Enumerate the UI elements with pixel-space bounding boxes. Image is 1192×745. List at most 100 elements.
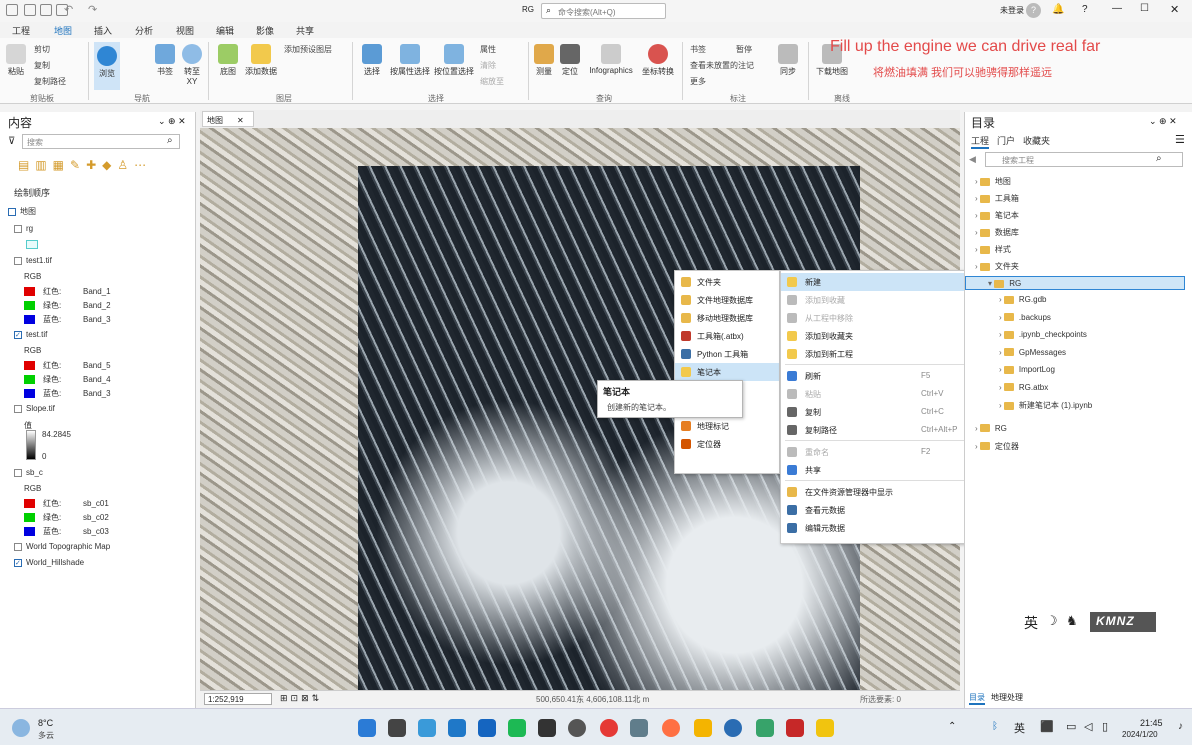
help-icon[interactable]: ? — [1082, 4, 1088, 15]
contents-search-input[interactable]: 搜索 ⌕ — [22, 134, 180, 149]
app-icon[interactable] — [538, 719, 556, 737]
new-folder-item[interactable]: 文件夹 — [675, 273, 779, 291]
ctx-add-to-new-project-item[interactable]: 添加到新工程 — [781, 345, 985, 363]
sync-button[interactable]: 同步 — [776, 44, 800, 77]
new-geotag-item[interactable]: 地理标记 — [675, 417, 779, 435]
avatar[interactable]: ? — [1026, 3, 1041, 18]
close-icon[interactable]: ✕ — [237, 116, 244, 125]
tab-favorites[interactable]: 收藏夹 — [1023, 134, 1050, 147]
menu-icon[interactable]: ☰ — [1175, 133, 1185, 146]
new-python-toolbox-item[interactable]: Python 工具箱 — [675, 345, 779, 363]
catalog-item[interactable]: › 定位器 — [965, 439, 1185, 453]
new-mobile-gdb-item[interactable]: 移动地理数据库 — [675, 309, 779, 327]
layer-checkbox[interactable] — [14, 468, 22, 477]
layer-checkbox[interactable] — [14, 256, 22, 265]
tab-geoprocessing[interactable]: 地理处理 — [991, 692, 1023, 703]
filter-icon[interactable]: ⊽ — [8, 136, 15, 147]
cut-button[interactable]: 剪切 — [34, 44, 50, 55]
input-language[interactable]: 英 — [1014, 720, 1025, 736]
layer-row[interactable]: ✓ test.tif — [14, 330, 47, 339]
pane-options-icon[interactable]: ⌄ ⊕ ✕ — [158, 116, 186, 127]
ctx-refresh-item[interactable]: 刷新 F5 — [781, 367, 985, 385]
catalog-item[interactable]: › ImportLog — [965, 363, 1185, 377]
tab-insert[interactable]: 插入 — [94, 24, 112, 37]
bluetooth-icon[interactable]: ᛒ — [992, 721, 998, 732]
battery-icon[interactable]: ▯ — [1102, 720, 1108, 733]
app-icon[interactable] — [756, 719, 774, 737]
ctx-copy-path-item[interactable]: 复制路径 Ctrl+Alt+P — [781, 421, 985, 439]
layer-checkbox[interactable] — [14, 542, 22, 551]
app-icon[interactable] — [478, 719, 496, 737]
minimize-icon[interactable]: — — [1112, 3, 1122, 14]
layer-row[interactable]: rg — [14, 224, 33, 233]
layer-row[interactable]: sb_c — [14, 468, 43, 477]
catalog-item[interactable]: › GpMessages — [965, 346, 1185, 360]
ctx-new-item[interactable]: 新建› — [781, 273, 985, 291]
catalog-item[interactable]: › RG.atbx — [965, 381, 1185, 395]
tab-share[interactable]: 共享 — [296, 24, 314, 37]
new-toolbox-item[interactable]: 工具箱(.atbx) — [675, 327, 779, 345]
layer-checkbox[interactable]: ✓ — [14, 558, 22, 567]
catalog-item[interactable]: › 数据库 — [965, 225, 1185, 239]
ctx-show-in-explorer-item[interactable]: 在文件资源管理器中显示 — [781, 483, 985, 501]
map-node[interactable]: 地图 — [8, 206, 36, 217]
catalog-item[interactable]: ▾ RG — [965, 276, 1185, 290]
layer-row[interactable]: World Topographic Map — [14, 542, 110, 551]
redo-icon[interactable]: ↷ — [88, 3, 97, 16]
ime-language[interactable]: 英 — [1024, 613, 1038, 633]
ctx-add-to-favorites-folder-item[interactable]: 添加到收藏夹 — [781, 327, 985, 345]
ime-icon[interactable]: ⬛ — [1040, 720, 1054, 733]
catalog-item[interactable]: › .ipynb_checkpoints — [965, 328, 1185, 342]
layer-row[interactable]: test1.tif — [14, 256, 52, 265]
firefox-icon[interactable] — [662, 719, 680, 737]
pause-button[interactable]: 暂停 — [736, 44, 752, 55]
task-view-icon[interactable] — [388, 719, 406, 737]
layer-checkbox[interactable] — [14, 224, 22, 233]
arcgis-pro-icon[interactable] — [724, 719, 742, 737]
zoom-to-button[interactable]: 缩放至 — [480, 76, 504, 87]
checkbox[interactable] — [8, 207, 16, 216]
more-button[interactable]: 更多 — [690, 76, 706, 87]
tab-imagery[interactable]: 影像 — [256, 24, 274, 37]
catalog-item[interactable]: › 地图 — [965, 174, 1185, 188]
bookmarks-button[interactable]: 书签 — [150, 44, 180, 77]
app-icon[interactable] — [816, 719, 834, 737]
basemap-button[interactable]: 底图 — [214, 44, 242, 77]
notification-icon[interactable]: 🔔 — [1052, 4, 1064, 15]
sign-in-status[interactable]: 未登录 — [1000, 5, 1024, 16]
store-icon[interactable] — [418, 719, 436, 737]
layer-row[interactable]: Slope.tif — [14, 404, 55, 413]
select-by-attr-button[interactable]: 按属性选择 — [388, 44, 432, 77]
moon-icon[interactable]: ☽ — [1046, 613, 1058, 629]
ctx-copy-item[interactable]: 复制 Ctrl+C — [781, 403, 985, 421]
new-notebook-item[interactable]: 笔记本 — [675, 363, 779, 381]
paste-button[interactable]: 粘贴 — [4, 44, 28, 77]
scale-selector[interactable]: 1:252,919 — [204, 693, 272, 705]
catalog-item[interactable]: › 笔记本 — [965, 208, 1185, 222]
command-search-input[interactable]: ⌕ 命令搜索(Alt+Q) — [541, 3, 666, 19]
add-preset-button[interactable]: 添加预设图层 — [284, 44, 332, 55]
tab-view[interactable]: 视图 — [176, 24, 194, 37]
locate-button[interactable]: 定位 — [558, 44, 582, 77]
new-file-gdb-item[interactable]: 文件地理数据库 — [675, 291, 779, 309]
ctx-share-item[interactable]: 共享› — [781, 461, 985, 479]
tab-portal[interactable]: 门户 — [997, 134, 1015, 147]
chevron-up-icon[interactable]: ⌃ — [948, 721, 956, 732]
select-button[interactable]: 选择 — [358, 44, 386, 77]
tab-project[interactable]: 工程 — [12, 24, 30, 37]
catalog-item[interactable]: › 新建笔记本 (1).ipynb — [965, 398, 1185, 412]
attributes-button[interactable]: 属性 — [480, 44, 496, 55]
mail-icon[interactable] — [448, 719, 466, 737]
app-icon[interactable] — [568, 719, 586, 737]
ctx-edit-metadata-item[interactable]: 编辑元数据 — [781, 519, 985, 537]
weather-icon[interactable] — [12, 719, 30, 737]
open-project-icon[interactable] — [40, 4, 52, 16]
catalog-item[interactable]: › .backups — [965, 311, 1185, 325]
copy-button[interactable]: 复制 — [34, 60, 50, 71]
app-icon[interactable] — [600, 719, 618, 737]
view-unplaced-button[interactable]: 查看未放置的注记 — [690, 60, 754, 71]
back-icon[interactable]: ◀ — [969, 154, 976, 165]
tab-map-view[interactable]: 地图 ✕ — [202, 111, 254, 127]
clock-date[interactable]: 2024/1/20 — [1122, 730, 1158, 739]
ctx-view-metadata-item[interactable]: 查看元数据 — [781, 501, 985, 519]
